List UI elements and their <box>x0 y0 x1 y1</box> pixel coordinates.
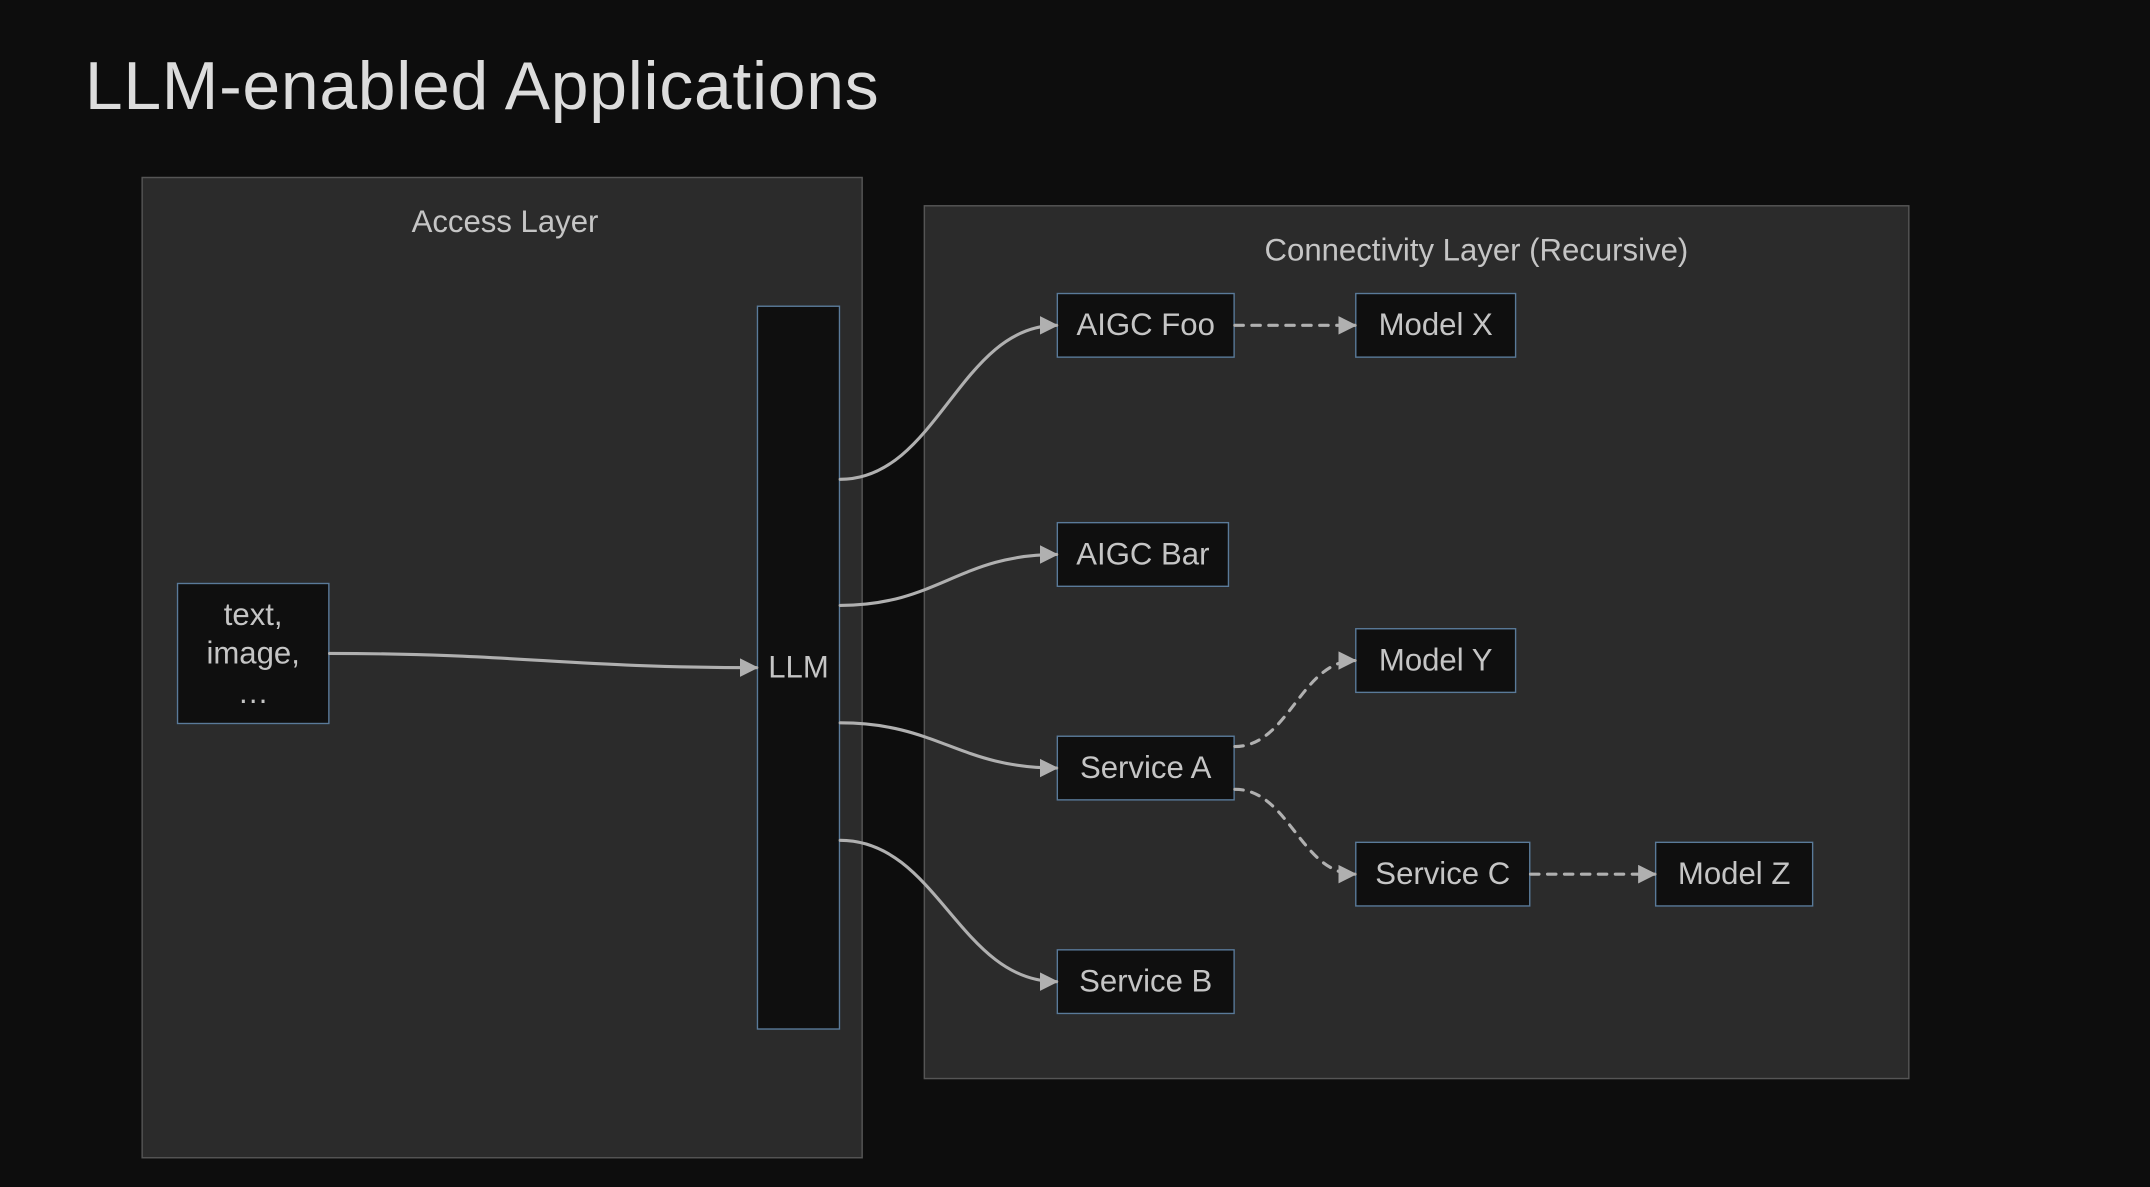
service-a-node: Service A <box>1057 736 1235 801</box>
model-z-node: Model Z <box>1655 842 1813 907</box>
llm-node: LLM <box>757 306 840 1030</box>
input-node: text, image, … <box>177 583 330 724</box>
access-layer-title: Access Layer <box>412 204 599 241</box>
page-title: LLM-enabled Applications <box>85 48 880 126</box>
service-b-node: Service B <box>1057 949 1235 1014</box>
model-x-node: Model X <box>1355 293 1516 358</box>
aigc-bar-node: AIGC Bar <box>1057 522 1230 587</box>
model-y-node: Model Y <box>1355 628 1516 693</box>
connectivity-layer-title: Connectivity Layer (Recursive) <box>1265 232 1689 269</box>
service-c-node: Service C <box>1355 842 1530 907</box>
aigc-foo-node: AIGC Foo <box>1057 293 1235 358</box>
